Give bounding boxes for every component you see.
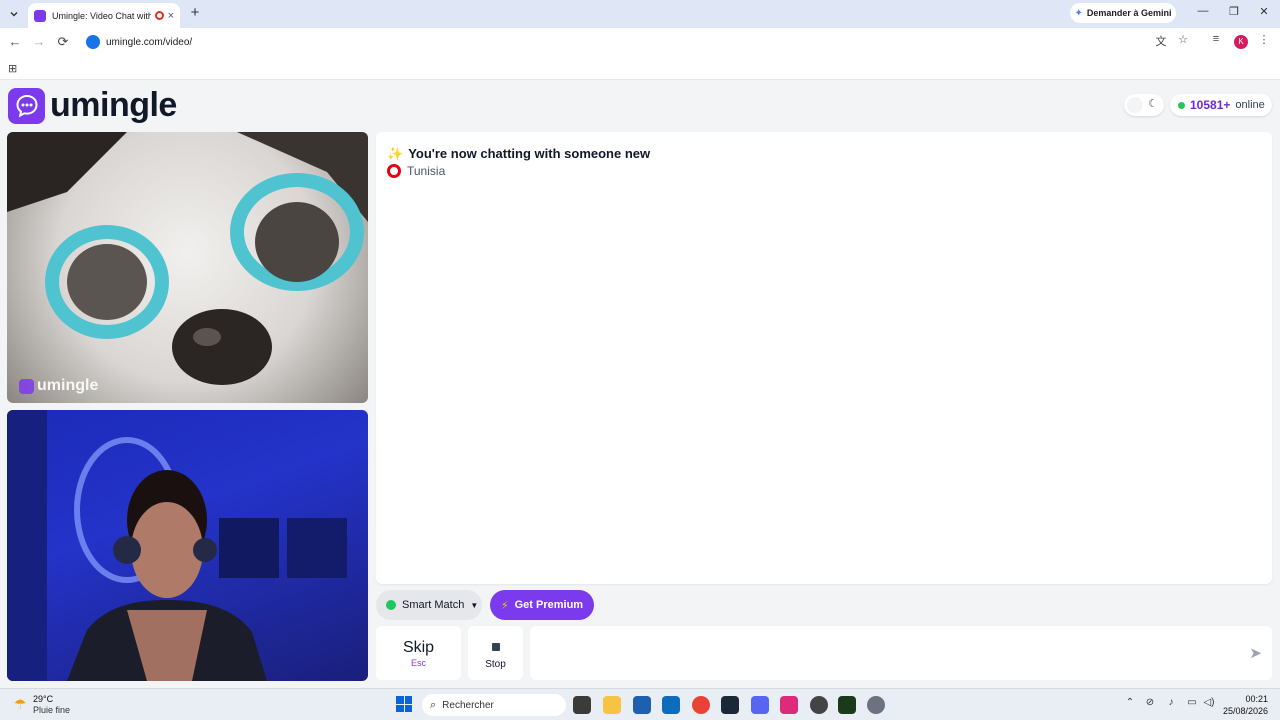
globe-icon — [386, 600, 396, 610]
star-icon[interactable]: ☆ — [1174, 33, 1192, 46]
umingle-watermark: umingle — [19, 377, 98, 395]
system-message-text: You're now chatting with someone new — [408, 146, 651, 161]
watermark-text: umingle — [37, 377, 99, 394]
url-text: umingle.com/video/ — [106, 36, 193, 48]
umingle-page: umingle ☾ 10581+ online umingle ✨ You're… — [0, 80, 1280, 688]
caret-down-icon: ▼ — [470, 600, 479, 610]
tab-title: Umingle: Video Chat with S — [52, 10, 151, 21]
umingle-logo[interactable]: umingle — [8, 86, 177, 125]
minimize-icon[interactable]: — — [1193, 5, 1213, 17]
local-video-frame — [7, 410, 347, 681]
lightning-icon: ⚡ — [500, 599, 509, 612]
microphone-icon[interactable]: ♪ — [1163, 697, 1179, 708]
clock-time[interactable]: 00:21 — [1240, 694, 1268, 704]
site-info-icon[interactable] — [86, 35, 100, 49]
search-icon: ⌕ — [430, 698, 437, 711]
settings-gear-icon[interactable] — [867, 696, 885, 714]
chevron-down-icon[interactable] — [5, 5, 23, 23]
toggle-knob — [1127, 97, 1143, 113]
media-controls-icon[interactable]: ≡ — [1207, 33, 1225, 45]
close-tab-icon[interactable]: × — [168, 10, 174, 22]
send-icon[interactable]: ➤ — [1249, 644, 1262, 662]
reload-icon[interactable]: ⟳ — [54, 34, 72, 50]
skip-button[interactable]: Skip Esc — [376, 626, 461, 680]
skip-shortcut: Esc — [410, 658, 426, 668]
bookmark-bar: ⊞ — [0, 56, 1280, 80]
umingle-favicon-icon — [34, 9, 46, 22]
store-icon[interactable] — [633, 696, 651, 714]
stop-icon — [491, 643, 500, 651]
remote-video[interactable]: umingle — [7, 132, 368, 403]
skip-label: Skip — [402, 639, 435, 656]
gemini-button[interactable]: ✦ Demander à Gemini — [1070, 3, 1176, 23]
gemini-label: Demander à Gemini — [1086, 8, 1172, 18]
task-view-icon[interactable] — [573, 696, 591, 714]
theme-toggle[interactable]: ☾ — [1124, 94, 1164, 116]
translate-icon[interactable]: 文 — [1152, 33, 1170, 49]
recording-icon — [154, 11, 164, 20]
network-off-icon[interactable]: ⊘ — [1142, 697, 1158, 708]
app-icon[interactable] — [810, 696, 828, 714]
taskbar-search[interactable]: ⌕ Rechercher — [422, 694, 566, 716]
message-input[interactable]: ➤ — [530, 626, 1272, 680]
windows-start-icon[interactable] — [396, 696, 412, 712]
display-icon[interactable]: ▭ — [1184, 697, 1200, 708]
online-status-dot — [1178, 101, 1185, 109]
partner-country: Tunisia — [387, 164, 445, 178]
remote-video-frame — [7, 132, 368, 385]
new-tab-button[interactable]: + — [186, 5, 204, 23]
moon-icon: ☾ — [1148, 98, 1158, 110]
weather-temp: 29°C — [33, 694, 54, 704]
logo-text: umingle — [50, 86, 177, 124]
weather-desc: Pluie fine — [33, 705, 71, 715]
discord-icon[interactable] — [751, 696, 769, 714]
chrome-icon[interactable] — [692, 696, 710, 714]
maximize-icon[interactable]: ❐ — [1224, 5, 1244, 18]
apps-grid-icon[interactable]: ⊞ — [8, 62, 17, 75]
online-label: online — [1235, 99, 1265, 111]
online-count: 10581+ — [1190, 98, 1231, 112]
smart-match-dropdown[interactable]: Smart Match ▼ — [376, 590, 482, 620]
instagram-icon[interactable] — [780, 696, 798, 714]
profile-avatar[interactable]: K — [1234, 35, 1248, 49]
stop-label: Stop — [485, 659, 506, 670]
browser-menu-icon[interactable]: ⋮ — [1255, 33, 1273, 46]
url-bar[interactable]: umingle.com/video/ — [80, 31, 1200, 53]
stop-button[interactable]: Stop — [468, 626, 523, 680]
watermark-logo-icon — [19, 378, 34, 394]
get-premium-button[interactable]: ⚡ Get Premium — [490, 590, 594, 620]
local-video — [7, 410, 368, 681]
outlook-icon[interactable] — [662, 696, 680, 714]
online-counter: 10581+ online — [1170, 94, 1272, 116]
tray-chevron-up-icon[interactable]: ⌃ — [1122, 697, 1138, 708]
chat-bubble-icon — [8, 87, 45, 124]
steam-icon[interactable] — [721, 696, 739, 714]
taskbar-search-placeholder: Rechercher — [442, 699, 494, 711]
weather-rain-icon[interactable]: ☂ — [14, 696, 27, 713]
system-message: ✨ You're now chatting with someone new — [387, 146, 650, 162]
smart-match-label: Smart Match — [402, 599, 465, 611]
browser-tab-umingle[interactable]: Umingle: Video Chat with S × — [28, 3, 180, 28]
windows-taskbar: ☂ 29°C Pluie fine ⌕ Rechercher ⌃ ⊘ ♪ ▭ ◁… — [0, 688, 1280, 720]
sparkles-icon: ✨ — [387, 146, 404, 161]
back-icon[interactable]: ← — [6, 34, 24, 50]
chat-panel: ✨ You're now chatting with someone new Tu… — [376, 132, 1272, 584]
close-window-icon[interactable]: ✕ — [1254, 5, 1274, 18]
forward-icon[interactable]: → — [30, 34, 48, 50]
volume-icon[interactable]: ◁) — [1201, 697, 1217, 708]
address-bar-row: ← → ⟳ umingle.com/video/ 文 ☆ ≡ ⋮ — [0, 28, 1280, 56]
tunisia-flag-icon — [387, 164, 401, 178]
gemini-sparkle-icon: ✦ — [1074, 7, 1083, 19]
file-explorer-icon[interactable] — [603, 696, 621, 714]
clock-date[interactable]: 25/08/2026 — [1222, 706, 1268, 716]
country-name: Tunisia — [407, 164, 446, 178]
browser-tab-bar: chevron-down-icon Umingle: Video Chat wi… — [0, 0, 1280, 28]
premium-label: Get Premium — [514, 599, 584, 611]
terminal-icon[interactable] — [838, 696, 856, 714]
